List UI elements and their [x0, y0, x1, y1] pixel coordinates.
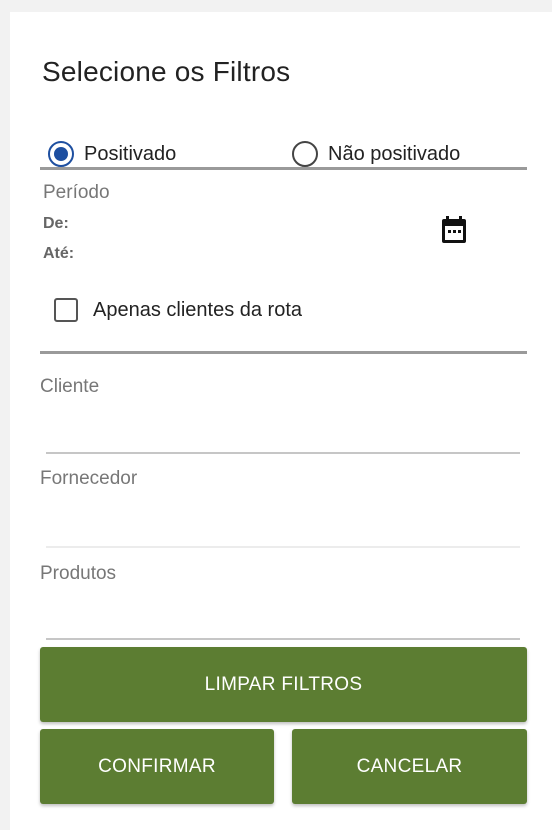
radio-nao-positivado-label: Não positivado [328, 142, 461, 165]
date-from-label[interactable]: De: [43, 215, 69, 233]
divider-top [40, 167, 527, 170]
produtos-label: Produtos [40, 563, 117, 584]
fornecedor-input[interactable] [46, 518, 520, 548]
produtos-input[interactable] [46, 610, 520, 640]
radio-positivado[interactable]: Positivado [48, 138, 176, 170]
radio-nao-positivado[interactable]: Não positivado [292, 138, 460, 170]
filter-dialog: Selecione os Filtros Positivado Não posi… [10, 12, 552, 830]
radio-unchecked-icon [292, 141, 318, 167]
route-clients-label: Apenas clientes da rota [93, 298, 303, 321]
fornecedor-label: Fornecedor [40, 468, 138, 489]
cliente-label: Cliente [40, 376, 100, 397]
checkbox-box [54, 298, 78, 322]
radio-positivado-label: Positivado [84, 142, 177, 165]
radio-checked-icon [48, 141, 74, 167]
clear-filters-button[interactable]: LIMPAR FILTROS [40, 647, 527, 722]
calendar-icon[interactable] [440, 215, 468, 245]
cliente-input[interactable] [46, 424, 520, 454]
cancel-button[interactable]: CANCELAR [292, 729, 527, 804]
date-to-label[interactable]: Até: [43, 245, 74, 263]
divider-middle [40, 351, 527, 354]
dialog-title: Selecione os Filtros [42, 56, 291, 87]
confirm-button[interactable]: CONFIRMAR [40, 729, 274, 804]
route-clients-checkbox[interactable]: Apenas clientes da rota [54, 296, 302, 324]
period-label: Período [43, 182, 110, 203]
